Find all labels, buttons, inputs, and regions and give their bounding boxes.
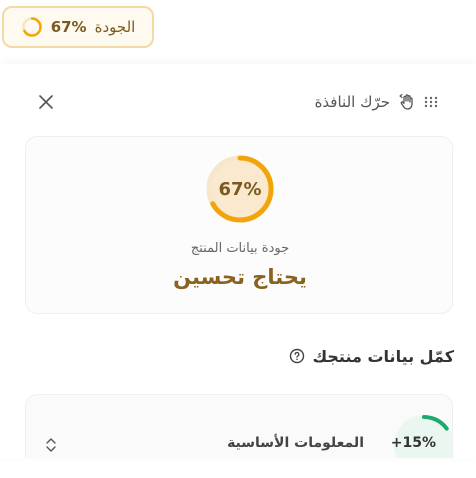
question-circle-icon[interactable] xyxy=(289,348,305,364)
section-title-text: كمّل بيانات منتجك xyxy=(312,346,455,366)
row-badge-text: +15% xyxy=(390,435,436,451)
score-verdict: يحتاج تحسين xyxy=(173,265,307,289)
quality-progress-ring xyxy=(21,17,42,37)
row-label: المعلومات الأساسية xyxy=(227,435,364,451)
hand-move-icon xyxy=(399,93,413,110)
move-window-handle[interactable]: حرّك النافذة xyxy=(315,90,438,114)
move-window-label: حرّك النافذة xyxy=(314,93,390,111)
close-icon xyxy=(39,95,53,109)
score-percent: 67% xyxy=(218,178,262,200)
quality-pill-label: الجودة xyxy=(94,18,136,36)
section-title: كمّل بيانات منتجك xyxy=(289,344,455,368)
quality-pill-value: 67% xyxy=(50,18,87,36)
section-row-basic-info[interactable]: +15% المعلومات الأساسية xyxy=(25,394,453,458)
panel-header: حرّك النافذة xyxy=(0,64,476,138)
quality-panel: حرّك النافذة 67% جودة بيانات المنتج يحتا… xyxy=(0,64,476,458)
grip-dots-icon xyxy=(424,96,438,108)
score-card: 67% جودة بيانات المنتج يحتاج تحسين xyxy=(25,136,453,314)
chevron-up-down-icon[interactable] xyxy=(44,437,58,453)
quality-pill[interactable]: الجودة 67% xyxy=(2,6,154,48)
score-caption: جودة بيانات المنتج xyxy=(190,241,290,256)
close-button[interactable] xyxy=(36,92,56,112)
